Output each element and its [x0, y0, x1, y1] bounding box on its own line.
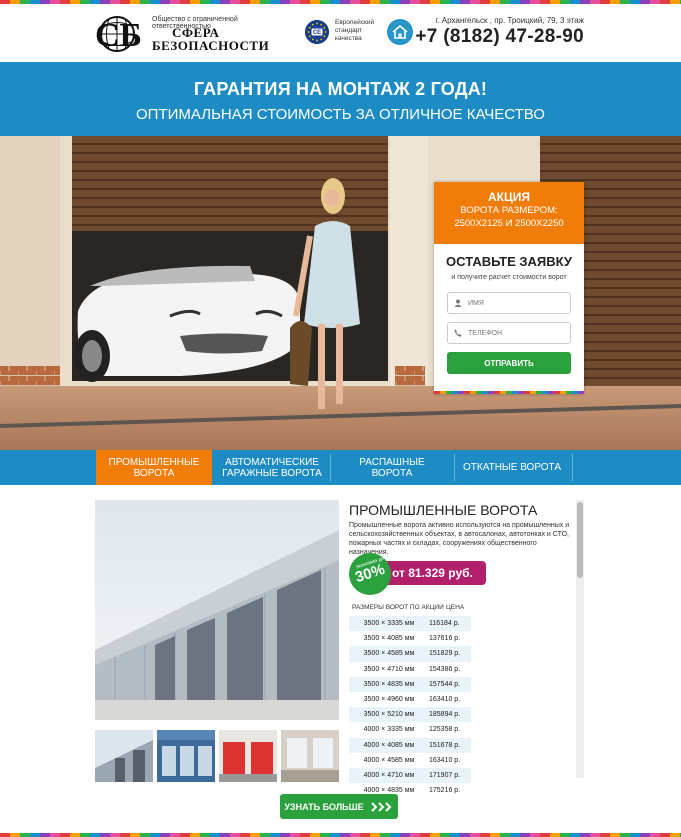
user-icon	[454, 299, 462, 307]
price-column-header: ЦЕНА	[446, 604, 465, 611]
table-row: 3500 × 4710 мм 154386 р.	[349, 662, 471, 677]
learn-more-button[interactable]: УЗНАТЬ БОЛЬШЕ	[280, 794, 398, 819]
form-subtitle: и получите расчет стоимости ворот	[451, 274, 567, 281]
company-name-line2: БЕЗОПАСНОСТИ	[152, 38, 270, 53]
table-scrollbar[interactable]	[576, 500, 584, 778]
promo-title: АКЦИЯ	[487, 190, 530, 204]
form-title: ОСТАВЬТЕ ЗАЯВКУ	[446, 254, 572, 269]
gate-price: 116184 р.	[429, 620, 460, 628]
gate-price: 163410 р.	[429, 756, 461, 764]
phone-icon	[454, 329, 462, 337]
product-description: Промышленные ворота активно используются…	[349, 522, 570, 556]
scrollbar-thumb[interactable]	[577, 502, 583, 578]
sizes-column-header: РАЗМЕРЫ ВОРОТ ПО АКЦИИ	[352, 604, 444, 611]
ce-mark-text: CE	[313, 30, 321, 36]
table-row: 4000 × 4585 мм 163410 р.	[349, 753, 471, 768]
header: СБ Общество с ограниченной ответственнос…	[0, 4, 681, 62]
tab-divider	[572, 454, 573, 481]
gate-price: 151678 р.	[429, 741, 461, 749]
table-row: 3500 × 4085 мм 137616 р.	[349, 631, 471, 646]
guarantee-banner: ГАРАНТИЯ НА МОНТАЖ 2 ГОДА! ОПТИМАЛЬНАЯ С…	[0, 62, 681, 136]
logo-letters: СБ	[95, 17, 142, 54]
gate-price: 185894 р.	[429, 711, 461, 719]
gate-size: 3500 × 4585 мм	[363, 650, 415, 658]
gate-price: 151829 р.	[429, 650, 461, 658]
discount-value: 30%	[353, 560, 387, 587]
thumbnail-2[interactable]	[157, 730, 215, 782]
table-row: 3500 × 5210 мм 185894 р.	[349, 707, 471, 723]
tab-divider	[454, 454, 455, 481]
gate-price: 125358 р.	[429, 726, 461, 734]
gate-size: 3500 × 4960 мм	[363, 696, 415, 704]
chevrons-right-icon	[370, 801, 392, 812]
gate-price: 154386 р.	[429, 665, 461, 673]
phone-field[interactable]: ТЕЛЕФОН	[447, 322, 571, 344]
tab-industrial-gates[interactable]: ПРОМЫШЛЕННЫЕ ВОРОТА	[96, 450, 212, 485]
price-from: от 81.329 руб.	[376, 561, 486, 585]
tab-divider	[330, 454, 331, 481]
ce-caption: Европейский стандарт качества	[335, 19, 375, 42]
gate-size: 4000 × 4585 мм	[363, 756, 415, 764]
name-field[interactable]: ИМЯ	[447, 292, 571, 314]
table-row: 3500 × 4835 мм 157544 р.	[349, 676, 471, 692]
thumbnail-1[interactable]	[95, 730, 153, 782]
gate-price: 171907 р.	[429, 771, 461, 779]
submit-button[interactable]: ОТПРАВИТЬ	[447, 352, 571, 374]
banner-title: ГАРАНТИЯ НА МОНТАЖ 2 ГОДА!	[193, 79, 488, 99]
gate-size: 3500 × 4835 мм	[363, 680, 415, 688]
banner-subtitle: ОПТИМАЛЬНАЯ СТОИМОСТЬ ЗА ОТЛИЧНОЕ КАЧЕСТ…	[136, 106, 545, 123]
product-title: ПРОМЫШЛЕННЫЕ ВОРОТА	[349, 502, 538, 518]
gate-price: 157544 р.	[429, 680, 461, 688]
gate-size: 3500 × 5210 мм	[363, 711, 415, 719]
gate-size: 4000 × 4710 мм	[363, 771, 415, 779]
promo-line2: 2500Х2125 И 2500Х2250	[454, 218, 564, 229]
gate-price: 137616 р.	[429, 635, 461, 643]
logo-icon[interactable]: СБ	[95, 14, 145, 54]
table-row: 4000 × 4085 мм 151678 р.	[349, 737, 471, 753]
card-stripe	[434, 391, 584, 394]
gate-price: 163410 р.	[429, 696, 461, 704]
gate-size: 3500 × 4085 мм	[363, 635, 415, 643]
thumbnail-4[interactable]	[281, 730, 339, 782]
tab-sliding-gates[interactable]: ОТКАТНЫЕ ВОРОТА	[460, 450, 564, 485]
discount-badge: экономия до 30%	[349, 553, 391, 595]
ce-icon: CE	[305, 20, 329, 44]
request-form: АКЦИЯ ВОРОТА РАЗМЕРОМ: 2500Х2125 И 2500Х…	[434, 182, 584, 394]
gate-price: 175216 р.	[429, 787, 461, 795]
hero-section: АКЦИЯ ВОРОТА РАЗМЕРОМ: 2500Х2125 И 2500Х…	[0, 136, 681, 450]
category-tabs: ПРОМЫШЛЕННЫЕ ВОРОТА АВТОМАТИЧЕСКИЕ ГАРАЖ…	[0, 450, 681, 485]
company-name: СФЕРА БЕЗОПАСНОСТИ	[152, 26, 269, 52]
gate-size: 3500 × 3335 мм	[363, 620, 415, 628]
table-row: 3500 × 4960 мм 163410 р.	[349, 692, 471, 707]
gate-size: 4000 × 4085 мм	[363, 741, 415, 749]
bottom-color-stripe	[0, 833, 681, 837]
table-row: 4000 × 3335 мм 125358 р.	[349, 722, 471, 737]
table-row: 3500 × 4585 мм 151829 р.	[349, 646, 471, 662]
gate-size: 4000 × 3335 мм	[363, 726, 415, 734]
promo-block: АКЦИЯ ВОРОТА РАЗМЕРОМ: 2500Х2125 И 2500Х…	[434, 182, 584, 244]
phone-number[interactable]: +7 (8182) 47-28-90	[415, 26, 584, 48]
phone-placeholder: ТЕЛЕФОН	[468, 329, 503, 337]
home-icon[interactable]	[387, 19, 413, 45]
address: г. Архангельск , пр. Троицкий, 79, 3 эта…	[435, 16, 584, 25]
table-row: 4000 × 4710 мм 171907 р.	[349, 767, 471, 784]
name-placeholder: ИМЯ	[468, 299, 484, 307]
price-table: 3500 × 3335 мм 116184 р. 3500 × 4085 мм 137…	[349, 616, 471, 798]
tab-automatic-garage-gates[interactable]: АВТОМАТИЧЕСКИЕ ГАРАЖНЫЕ ВОРОТА	[222, 450, 322, 485]
table-row: 3500 × 3335 мм 116184 р.	[349, 616, 471, 632]
gate-size: 3500 × 4710 мм	[363, 665, 415, 673]
product-main-photo[interactable]	[95, 500, 339, 720]
promo-line1: ВОРОТА РАЗМЕРОМ:	[460, 205, 558, 216]
thumbnail-3[interactable]	[219, 730, 277, 782]
learn-more-label: УЗНАТЬ БОЛЬШЕ	[284, 801, 364, 812]
tab-swing-gates[interactable]: РАСПАШНЫЕ ВОРОТА	[338, 450, 446, 485]
